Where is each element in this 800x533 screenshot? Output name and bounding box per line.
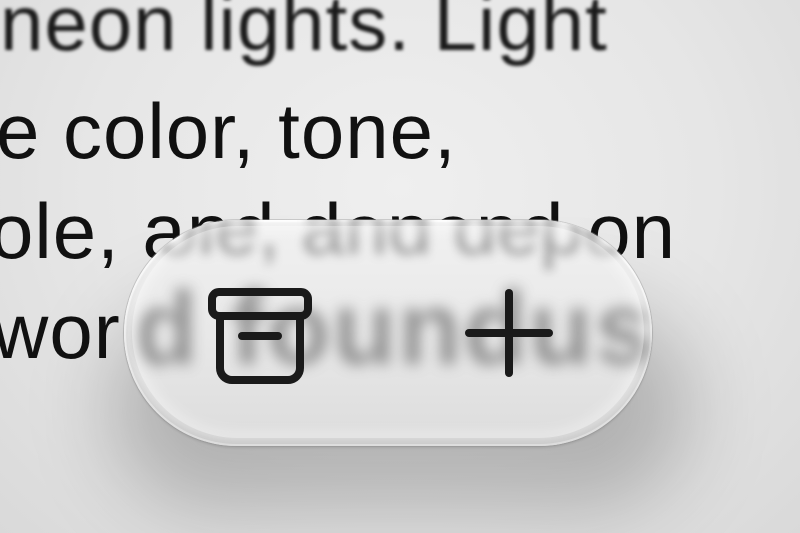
screen: neon lights. Light e color, tone, ole, a… (0, 0, 800, 533)
add-button[interactable] (449, 273, 569, 393)
archive-box-icon (208, 288, 312, 384)
refracted-text-top: ole, and depend on (154, 220, 652, 271)
archive-button[interactable] (200, 276, 320, 396)
text-line: neon lights. Light (0, 0, 608, 67)
floating-toolbar: ole, and depend on d foundus (124, 220, 652, 446)
text-line: e color, tone, (0, 87, 457, 175)
text-line: wor (0, 287, 121, 375)
plus-icon (465, 289, 553, 377)
